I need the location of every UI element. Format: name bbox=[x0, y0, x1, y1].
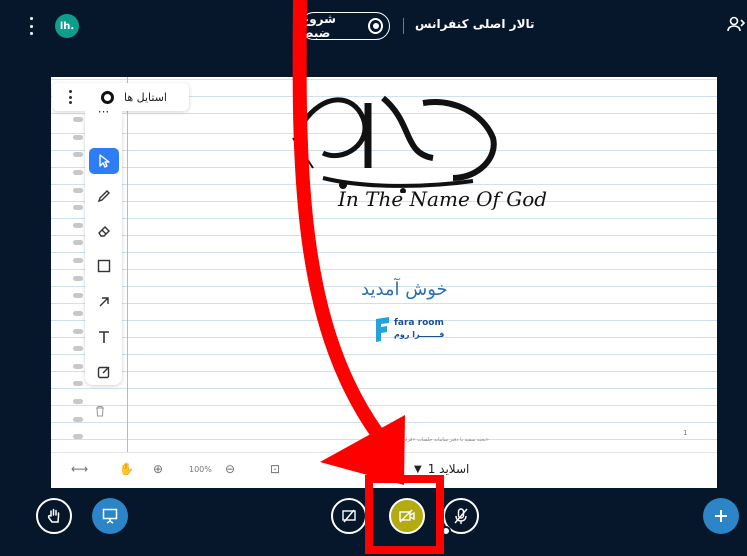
red-annotation-arrow bbox=[292, 0, 405, 485]
highlight-box bbox=[365, 475, 444, 554]
conference-app: lh. شروع ضبط تالار اصلی کنفرانس In The N… bbox=[0, 0, 747, 556]
